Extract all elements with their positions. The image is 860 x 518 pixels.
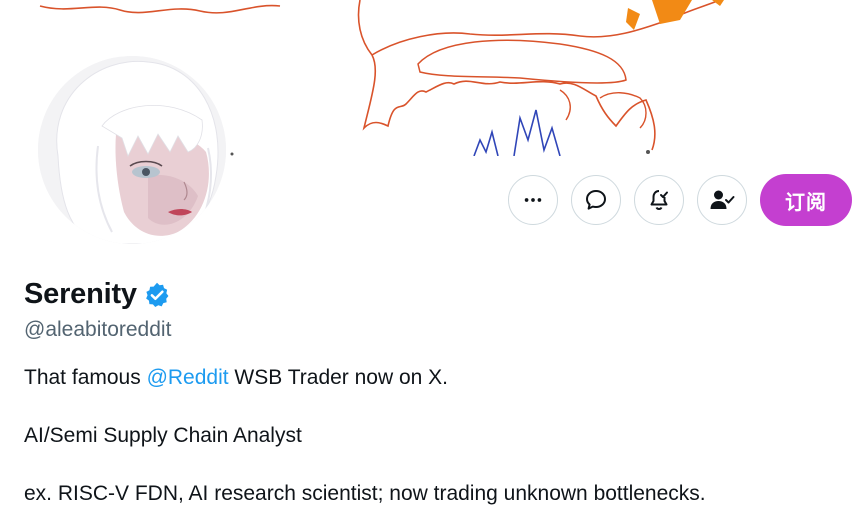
message-bubble-icon	[586, 190, 606, 210]
message-button[interactable]	[571, 175, 621, 225]
avatar-frame[interactable]	[34, 52, 230, 248]
more-horizontal-icon	[524, 198, 542, 202]
bio-text: WSB Trader now on X.	[228, 366, 449, 389]
bio-line-3: ex. RISC-V FDN, AI research scientist; n…	[24, 482, 706, 505]
profile-actions: 订阅	[508, 174, 852, 226]
profile-name-row: Serenity	[24, 278, 171, 311]
bio-line-1: That famous @Reddit WSB Trader now on X.	[24, 366, 448, 390]
display-name: Serenity	[24, 278, 137, 310]
bio-text: That famous	[24, 366, 147, 389]
subscribe-button[interactable]: 订阅	[760, 174, 852, 226]
following-button[interactable]	[697, 175, 747, 225]
verified-badge-icon[interactable]	[143, 281, 171, 309]
avatar-illustration	[38, 56, 226, 244]
bell-check-icon	[650, 190, 668, 211]
profile-page: 订阅 Serenity @aleabitoreddit That famous …	[0, 0, 860, 518]
notify-button[interactable]	[634, 175, 684, 225]
avatar[interactable]	[38, 56, 226, 244]
mention-link[interactable]: @Reddit	[147, 366, 229, 389]
bio-line-2: AI/Semi Supply Chain Analyst	[24, 424, 302, 447]
person-check-icon	[710, 190, 735, 209]
profile-handle: @aleabitoreddit	[24, 318, 172, 341]
more-button[interactable]	[508, 175, 558, 225]
